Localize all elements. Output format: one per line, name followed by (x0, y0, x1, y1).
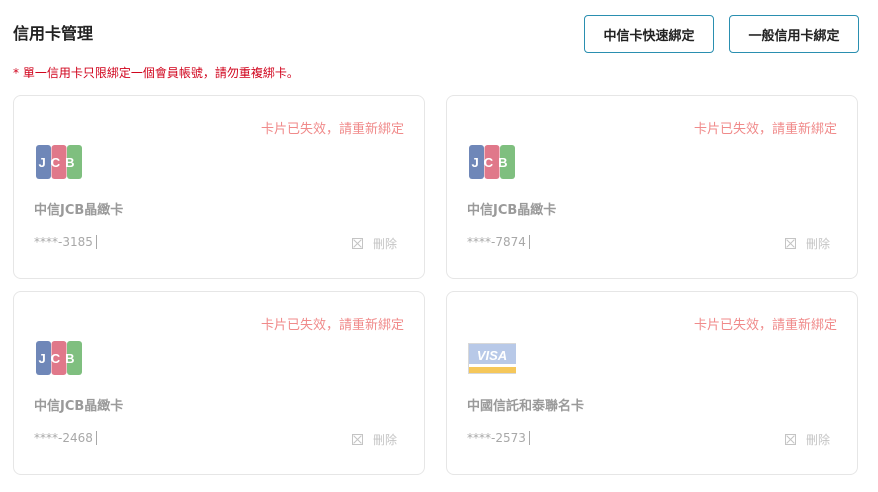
jcb-logo-icon: JCB (36, 145, 82, 179)
card-name: 中信JCB晶緻卡 (467, 203, 557, 218)
credit-card-item: 卡片已失效，請重新綁定 VISA 中國信託和泰聯名卡 ****-2573 刪除 (446, 291, 858, 475)
jcb-logo-icon: JCB (36, 341, 82, 375)
card-name: 中信JCB晶緻卡 (34, 203, 124, 218)
delete-card-button[interactable]: 刪除 (352, 431, 397, 448)
delete-icon (352, 238, 363, 249)
delete-icon (352, 434, 363, 445)
card-name: 中信JCB晶緻卡 (34, 399, 124, 414)
visa-logo-icon: VISA (468, 343, 516, 374)
svg-text:JCB: JCB (38, 351, 79, 366)
delete-card-button[interactable]: 刪除 (352, 235, 397, 252)
binding-notice: * 單一信用卡只限綁定一個會員帳號，請勿重複綁卡。 (13, 66, 299, 80)
delete-icon (785, 238, 796, 249)
svg-text:VISA: VISA (477, 348, 507, 363)
card-number: ****-2573 (467, 431, 530, 445)
delete-card-button[interactable]: 刪除 (785, 235, 830, 252)
card-status: 卡片已失效，請重新綁定 (260, 318, 404, 333)
card-number: ****-2468 (34, 431, 97, 445)
svg-text:JCB: JCB (471, 155, 512, 170)
general-bind-button[interactable]: 一般信用卡綁定 (729, 15, 859, 53)
credit-card-item: 卡片已失效，請重新綁定 JCB 中信JCB晶緻卡 ****-7874 刪除 (446, 95, 858, 279)
card-name: 中國信託和泰聯名卡 (467, 399, 585, 414)
jcb-logo-icon: JCB (469, 145, 515, 179)
page-title: 信用卡管理 (13, 24, 94, 43)
credit-card-item: 卡片已失效，請重新綁定 JCB 中信JCB晶緻卡 ****-2468 刪除 (13, 291, 425, 475)
delete-card-button[interactable]: 刪除 (785, 431, 830, 448)
card-number: ****-7874 (467, 235, 530, 249)
delete-icon (785, 434, 796, 445)
card-status: 卡片已失效，請重新綁定 (693, 122, 837, 137)
card-status: 卡片已失效，請重新綁定 (693, 318, 837, 333)
svg-text:JCB: JCB (38, 155, 79, 170)
credit-card-item: 卡片已失效，請重新綁定 JCB 中信JCB晶緻卡 ****-3185 刪除 (13, 95, 425, 279)
fast-bind-button[interactable]: 中信卡快速綁定 (584, 15, 714, 53)
card-number: ****-3185 (34, 235, 97, 249)
card-status: 卡片已失效，請重新綁定 (260, 122, 404, 137)
